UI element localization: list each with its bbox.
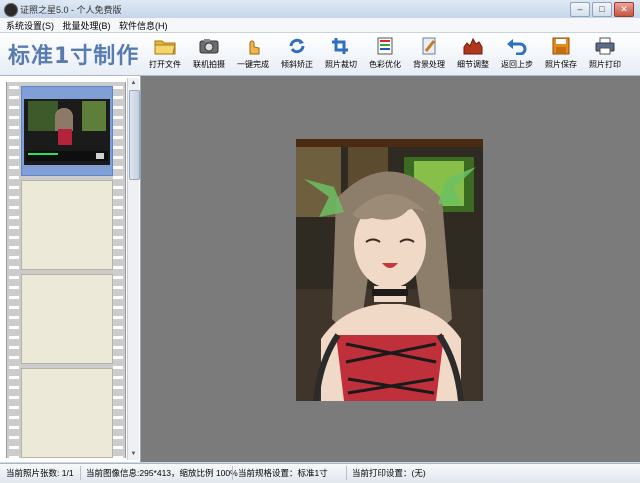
online-capture-button[interactable]: 联机拍摄 bbox=[188, 37, 230, 73]
save-label: 照片保存 bbox=[545, 60, 577, 69]
detail-adjust-button[interactable]: 细节调整 bbox=[452, 37, 494, 73]
filmstrip bbox=[6, 82, 126, 458]
title-bar: 证照之星5.0 - 个人免费版 – □ ✕ bbox=[0, 0, 640, 19]
thumbnail-frame-selected[interactable] bbox=[21, 86, 113, 176]
one-click-button[interactable]: 一键完成 bbox=[232, 37, 274, 73]
crop-button[interactable]: 照片裁切 bbox=[320, 37, 362, 73]
histogram-icon bbox=[463, 37, 483, 55]
minimize-button[interactable]: – bbox=[570, 2, 590, 17]
status-separator bbox=[232, 466, 233, 480]
film-sprockets-left bbox=[9, 82, 19, 458]
scroll-up-arrow-icon[interactable]: ▲ bbox=[129, 79, 138, 88]
menu-batch-processing[interactable]: 批量处理(B) bbox=[63, 19, 111, 32]
menu-bar: 系统设置(S) 批量处理(B) 软件信息(H) bbox=[0, 18, 640, 33]
background-label: 背景处理 bbox=[413, 60, 445, 69]
print-label: 照片打印 bbox=[589, 60, 621, 69]
status-separator bbox=[80, 466, 81, 480]
color-optimize-label: 色彩优化 bbox=[369, 60, 401, 69]
one-click-label: 一键完成 bbox=[237, 60, 269, 69]
open-file-label: 打开文件 bbox=[149, 60, 181, 69]
brand-title: 标准1寸制作 bbox=[8, 44, 140, 69]
status-photo-count: 当前照片张数: 1/1 bbox=[6, 468, 74, 478]
undo-button[interactable]: 返回上步 bbox=[496, 37, 538, 73]
status-image-info: 当前图像信息:295*413，缩放比例 100% bbox=[86, 468, 238, 478]
menu-software-info[interactable]: 软件信息(H) bbox=[119, 19, 168, 32]
undo-label: 返回上步 bbox=[501, 60, 533, 69]
tilt-correct-label: 倾斜矫正 bbox=[281, 60, 313, 69]
color-bars-icon bbox=[377, 37, 393, 55]
crop-icon bbox=[332, 38, 348, 54]
window-controls: – □ ✕ bbox=[570, 2, 634, 17]
status-print: 当前打印设置：(无) bbox=[352, 468, 426, 478]
thumbnail-frame[interactable] bbox=[21, 368, 113, 458]
background-button[interactable]: 背景处理 bbox=[408, 37, 450, 73]
photo-workspace bbox=[141, 76, 640, 462]
film-sprockets-right bbox=[113, 82, 123, 458]
status-spec: 当前规格设置：标准1寸 bbox=[238, 468, 328, 478]
thumbnail-image bbox=[22, 87, 112, 175]
brush-icon bbox=[422, 37, 436, 55]
toolbar: 标准1寸制作 打开文件 联机拍摄 一键完成 倾斜矫正 照片裁切 色彩优化 背景处… bbox=[0, 33, 640, 76]
menu-system-settings[interactable]: 系统设置(S) bbox=[6, 19, 54, 32]
window-title: 证照之星5.0 - 个人免费版 bbox=[20, 5, 122, 15]
thumbnail-panel: ▲ ▼ bbox=[0, 76, 141, 462]
vertical-scrollbar[interactable]: ▲ ▼ bbox=[127, 78, 140, 460]
save-button[interactable]: 照片保存 bbox=[540, 37, 582, 73]
color-optimize-button[interactable]: 色彩优化 bbox=[364, 37, 406, 73]
maximize-button[interactable]: □ bbox=[592, 2, 612, 17]
print-button[interactable]: 照片打印 bbox=[584, 37, 626, 73]
detail-adjust-label: 细节调整 bbox=[457, 60, 489, 69]
printer-icon bbox=[595, 37, 615, 55]
thumbnail-frame[interactable] bbox=[21, 274, 113, 364]
open-file-button[interactable]: 打开文件 bbox=[144, 37, 186, 73]
camera-icon bbox=[199, 39, 219, 54]
status-bar: 当前照片张数: 1/1 当前图像信息:295*413，缩放比例 100% 当前规… bbox=[0, 463, 640, 483]
tilt-correct-button[interactable]: 倾斜矫正 bbox=[276, 37, 318, 73]
thumbnail-frame[interactable] bbox=[21, 180, 113, 270]
online-capture-label: 联机拍摄 bbox=[193, 60, 225, 69]
id-photo[interactable] bbox=[296, 139, 483, 401]
save-icon bbox=[552, 37, 570, 55]
close-button[interactable]: ✕ bbox=[614, 2, 634, 17]
app-logo-icon bbox=[4, 3, 18, 17]
scrollbar-thumb[interactable] bbox=[129, 90, 140, 180]
undo-icon bbox=[507, 39, 527, 56]
hand-icon bbox=[249, 40, 260, 55]
rotate-icon bbox=[289, 38, 305, 54]
status-separator bbox=[346, 466, 347, 480]
crop-label: 照片裁切 bbox=[325, 60, 357, 69]
scroll-down-arrow-icon[interactable]: ▼ bbox=[129, 450, 138, 459]
folder-icon bbox=[154, 40, 176, 55]
